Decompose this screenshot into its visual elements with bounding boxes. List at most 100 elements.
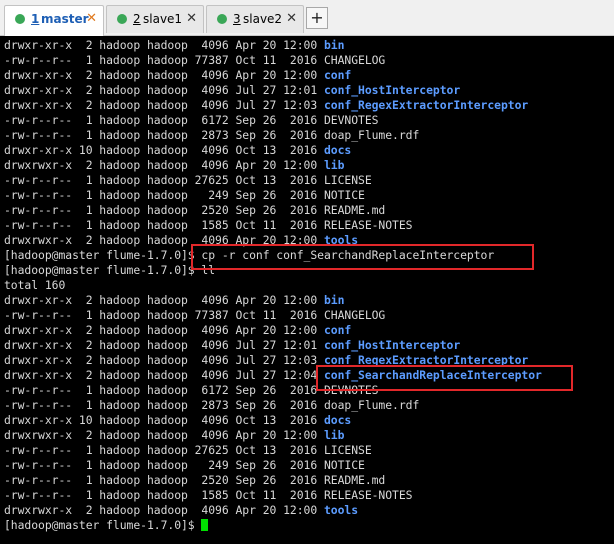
line-text: drwxr-xr-x 2 hadoop hadoop 4096 Apr 20 1…	[4, 38, 324, 52]
line-text: drwxr-xr-x 2 hadoop hadoop 4096 Jul 27 1…	[4, 353, 324, 367]
line-text: -rw-r--r-- 1 hadoop hadoop 6172 Sep 26 2…	[4, 113, 324, 127]
directory-name: bin	[323, 293, 345, 307]
line-text: -rw-r--r-- 1 hadoop hadoop 6172 Sep 26 2…	[4, 383, 324, 397]
line-text: -rw-r--r-- 1 hadoop hadoop 2873 Sep 26 2…	[4, 398, 324, 412]
highlight-box-new-directory	[316, 365, 573, 391]
directory-name: conf	[323, 68, 352, 82]
file-name: README.md	[323, 473, 386, 487]
line-text: -rw-r--r-- 1 hadoop hadoop 2520 Sep 26 2…	[4, 473, 324, 487]
terminal-line: drwxr-xr-x 2 hadoop hadoop 4096 Jul 27 1…	[4, 338, 614, 353]
line-text: drwxrwxr-x 2 hadoop hadoop 4096 Apr 20 1…	[4, 428, 324, 442]
terminal-line: [hadoop@master flume-1.7.0]$	[4, 518, 614, 533]
terminal-line: -rw-r--r-- 1 hadoop hadoop 249 Sep 26 20…	[4, 188, 614, 203]
cursor	[201, 519, 209, 531]
line-text: drwxr-xr-x 2 hadoop hadoop 4096 Jul 27 1…	[4, 83, 324, 97]
terminal-line: -rw-r--r-- 1 hadoop hadoop 27625 Oct 13 …	[4, 173, 614, 188]
line-text: -rw-r--r-- 1 hadoop hadoop 2873 Sep 26 2…	[4, 128, 324, 142]
terminal-line: -rw-r--r-- 1 hadoop hadoop 77387 Oct 11 …	[4, 308, 614, 323]
file-name: LICENSE	[323, 443, 372, 457]
file-name: doap_Flume.rdf	[323, 128, 420, 142]
terminal-line: -rw-r--r-- 1 hadoop hadoop 6172 Sep 26 2…	[4, 113, 614, 128]
line-text: drwxr-xr-x 10 hadoop hadoop 4096 Oct 13 …	[4, 413, 324, 427]
file-name: DEVNOTES	[323, 113, 379, 127]
line-text: drwxr-xr-x 2 hadoop hadoop 4096 Jul 27 1…	[4, 98, 324, 112]
tab-label: slave2	[243, 12, 283, 26]
directory-name: docs	[323, 143, 352, 157]
terminal-line: -rw-r--r-- 1 hadoop hadoop 27625 Oct 13 …	[4, 443, 614, 458]
terminal-line: -rw-r--r-- 1 hadoop hadoop 1585 Oct 11 2…	[4, 218, 614, 233]
close-icon[interactable]: ✕	[286, 11, 297, 26]
terminal-line: drwxr-xr-x 2 hadoop hadoop 4096 Apr 20 1…	[4, 38, 614, 53]
line-text: drwxr-xr-x 10 hadoop hadoop 4096 Oct 13 …	[4, 143, 324, 157]
tab-number: 3	[233, 12, 241, 26]
close-icon[interactable]: ✕	[86, 11, 97, 26]
line-text: -rw-r--r-- 1 hadoop hadoop 249 Sep 26 20…	[4, 188, 324, 202]
terminal-line: -rw-r--r-- 1 hadoop hadoop 77387 Oct 11 …	[4, 53, 614, 68]
directory-name: tools	[323, 503, 359, 517]
line-text: -rw-r--r-- 1 hadoop hadoop 1585 Oct 11 2…	[4, 488, 324, 502]
line-text: drwxrwxr-x 2 hadoop hadoop 4096 Apr 20 1…	[4, 503, 324, 517]
line-text: -rw-r--r-- 1 hadoop hadoop 27625 Oct 13 …	[4, 443, 324, 457]
file-name: LICENSE	[323, 173, 372, 187]
tab-number: 1	[31, 12, 40, 26]
terminal-line: drwxr-xr-x 2 hadoop hadoop 4096 Jul 27 1…	[4, 83, 614, 98]
file-name: RELEASE-NOTES	[323, 218, 413, 232]
highlight-box-command	[191, 244, 534, 270]
file-name: CHANGELOG	[323, 53, 386, 67]
line-text: [hadoop@master flume-1.7.0]$	[4, 518, 202, 532]
session-status-icon	[217, 14, 227, 24]
terminal-line: drwxrwxr-x 2 hadoop hadoop 4096 Apr 20 1…	[4, 503, 614, 518]
directory-name: bin	[323, 38, 345, 52]
line-text: -rw-r--r-- 1 hadoop hadoop 2520 Sep 26 2…	[4, 203, 324, 217]
line-text: -rw-r--r-- 1 hadoop hadoop 27625 Oct 13 …	[4, 173, 324, 187]
terminal-line: drwxr-xr-x 10 hadoop hadoop 4096 Oct 13 …	[4, 413, 614, 428]
directory-name: conf_HostInterceptor	[323, 83, 461, 97]
line-text: total 160	[4, 278, 66, 292]
terminal-output[interactable]: drwxr-xr-x 2 hadoop hadoop 4096 Apr 20 1…	[0, 36, 614, 544]
close-icon[interactable]: ✕	[186, 11, 197, 26]
line-text: -rw-r--r-- 1 hadoop hadoop 1585 Oct 11 2…	[4, 218, 324, 232]
directory-name: conf_HostInterceptor	[323, 338, 461, 352]
tab-label: slave1	[143, 12, 183, 26]
terminal-line: drwxr-xr-x 10 hadoop hadoop 4096 Oct 13 …	[4, 143, 614, 158]
terminal-line: drwxr-xr-x 2 hadoop hadoop 4096 Apr 20 1…	[4, 323, 614, 338]
file-name: NOTICE	[323, 188, 365, 202]
file-name: doap_Flume.rdf	[323, 398, 420, 412]
terminal-line: drwxrwxr-x 2 hadoop hadoop 4096 Apr 20 1…	[4, 428, 614, 443]
session-status-icon	[117, 14, 127, 24]
line-text: -rw-r--r-- 1 hadoop hadoop 249 Sep 26 20…	[4, 458, 324, 472]
terminal-line: drwxr-xr-x 2 hadoop hadoop 4096 Apr 20 1…	[4, 68, 614, 83]
directory-name: lib	[323, 158, 345, 172]
file-name: README.md	[323, 203, 386, 217]
directory-name: conf	[323, 323, 352, 337]
tab-number: 2	[133, 12, 141, 26]
line-text: drwxr-xr-x 2 hadoop hadoop 4096 Jul 27 1…	[4, 338, 324, 352]
file-name: NOTICE	[323, 458, 365, 472]
new-tab-button[interactable]: +	[306, 7, 328, 29]
tab-label: master	[41, 12, 89, 26]
line-text: -rw-r--r-- 1 hadoop hadoop 77387 Oct 11 …	[4, 53, 324, 67]
tab-slave2[interactable]: 3 slave2 ✕	[206, 5, 304, 33]
tab-bar: 1 master ✕ 2 slave1 ✕ 3 slave2 ✕ +	[0, 0, 614, 36]
line-text: -rw-r--r-- 1 hadoop hadoop 77387 Oct 11 …	[4, 308, 324, 322]
line-text: drwxr-xr-x 2 hadoop hadoop 4096 Apr 20 1…	[4, 68, 324, 82]
line-text: drwxrwxr-x 2 hadoop hadoop 4096 Apr 20 1…	[4, 158, 324, 172]
file-name: CHANGELOG	[323, 308, 386, 322]
terminal-line: total 160	[4, 278, 614, 293]
directory-name: conf_RegexExtractorInterceptor	[323, 98, 529, 112]
terminal-line: drwxrwxr-x 2 hadoop hadoop 4096 Apr 20 1…	[4, 158, 614, 173]
terminal-line: -rw-r--r-- 1 hadoop hadoop 2520 Sep 26 2…	[4, 203, 614, 218]
directory-name: lib	[323, 428, 345, 442]
tab-slave1[interactable]: 2 slave1 ✕	[106, 5, 204, 33]
session-status-icon	[15, 14, 25, 24]
tab-master[interactable]: 1 master ✕	[4, 5, 104, 36]
terminal-line: -rw-r--r-- 1 hadoop hadoop 2873 Sep 26 2…	[4, 398, 614, 413]
terminal-line: drwxr-xr-x 2 hadoop hadoop 4096 Apr 20 1…	[4, 293, 614, 308]
terminal-line: -rw-r--r-- 1 hadoop hadoop 2873 Sep 26 2…	[4, 128, 614, 143]
terminal-line: -rw-r--r-- 1 hadoop hadoop 249 Sep 26 20…	[4, 458, 614, 473]
file-name: RELEASE-NOTES	[323, 488, 413, 502]
line-text: drwxr-xr-x 2 hadoop hadoop 4096 Apr 20 1…	[4, 323, 324, 337]
terminal-line: -rw-r--r-- 1 hadoop hadoop 2520 Sep 26 2…	[4, 473, 614, 488]
directory-name: docs	[323, 413, 352, 427]
line-text: [hadoop@master flume-1.7.0]$ ll	[4, 263, 216, 277]
